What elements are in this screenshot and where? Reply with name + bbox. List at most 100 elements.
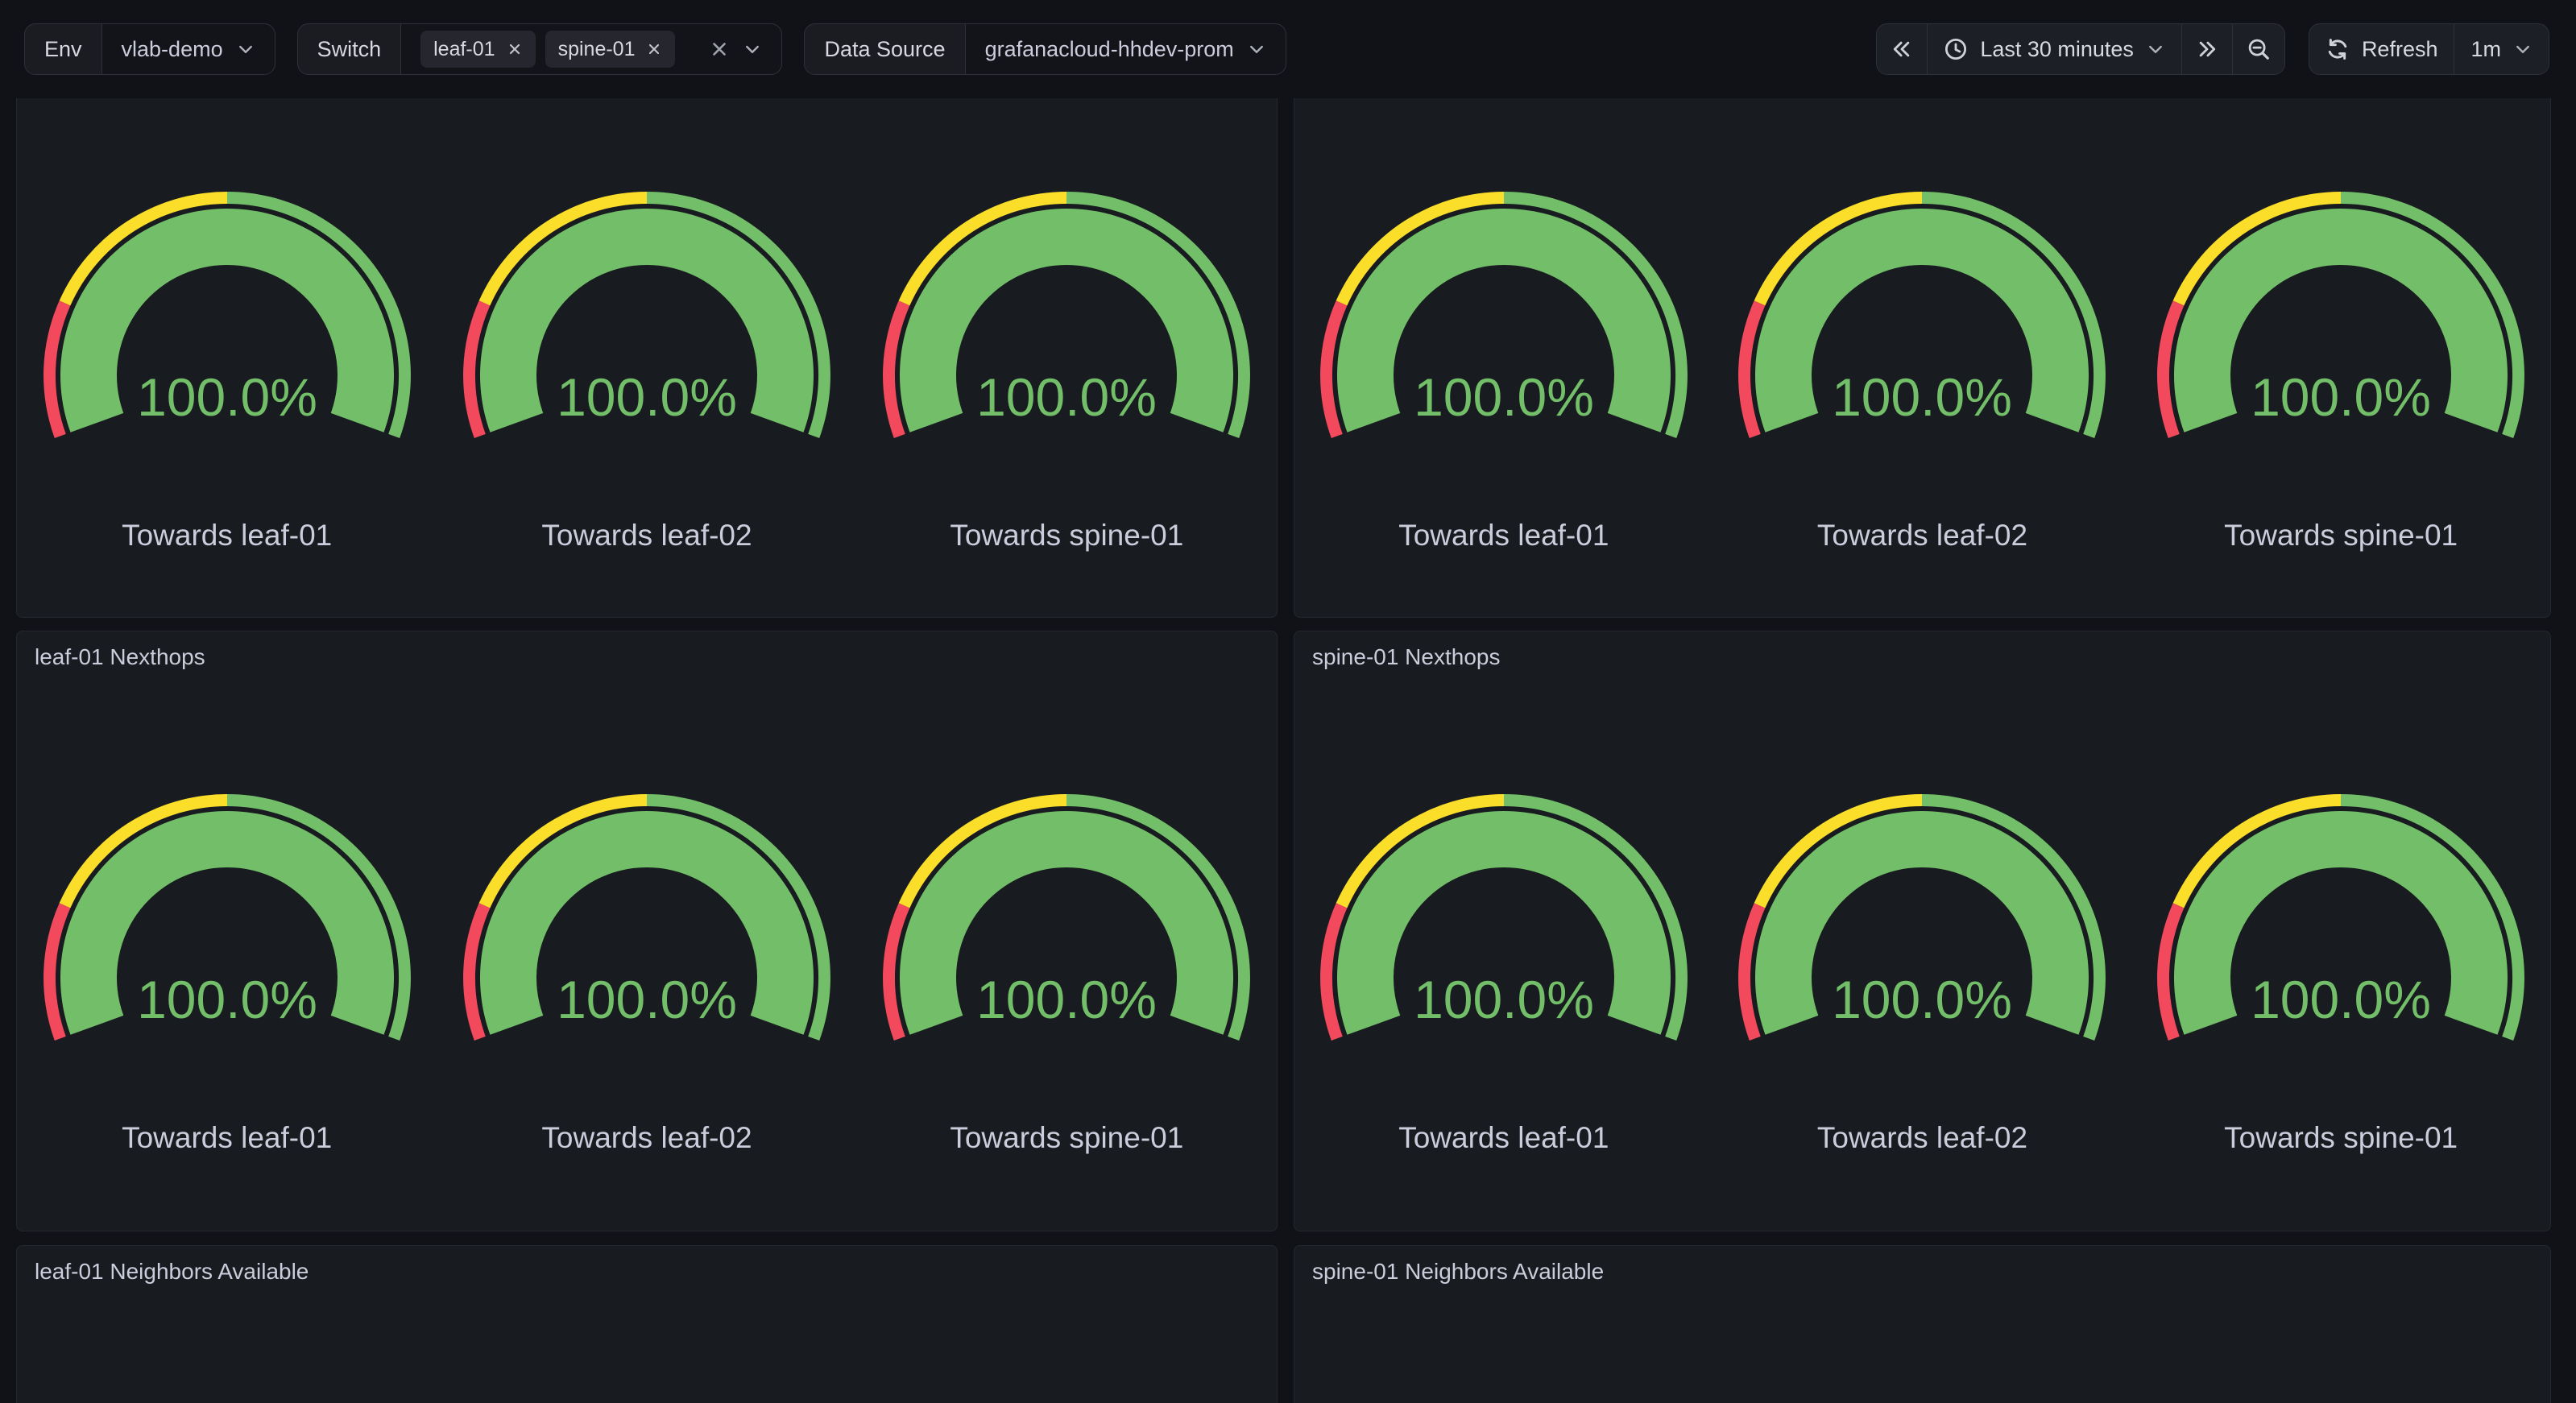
- angle-double-left-icon: [1891, 38, 1913, 60]
- gauge-value-text: 100.0%: [137, 970, 317, 1029]
- remove-tag-icon[interactable]: [646, 41, 662, 57]
- dashboard: Env vlab-demo Switch leaf-01 spine-01: [0, 0, 2576, 1403]
- gauge-group: 100.0% Towards leaf-01 100.0% Towards leaf-…: [1294, 98, 2550, 553]
- switch-variable-label: Switch: [298, 24, 402, 74]
- env-variable-selected: vlab-demo: [122, 37, 223, 62]
- gauge: 100.0% Towards spine-01: [2131, 791, 2550, 1155]
- gauge-value-text: 100.0%: [1833, 367, 2013, 427]
- gauge-label: Towards spine-01: [950, 519, 1183, 553]
- refresh-interval-value: 1m: [2470, 37, 2501, 62]
- panel-title[interactable]: spine-01 Nexthops: [1294, 631, 2550, 673]
- gauge-value-text: 100.0%: [1414, 970, 1594, 1029]
- time-picker-group: Last 30 minutes: [1876, 23, 2285, 75]
- chevron-down-icon: [2146, 39, 2165, 59]
- search-minus-icon: [2247, 37, 2271, 61]
- gauge: 100.0% Towards spine-01: [857, 791, 1277, 1155]
- switch-tags: leaf-01 spine-01: [420, 31, 675, 68]
- remove-tag-icon[interactable]: [507, 41, 523, 57]
- gauge: 100.0% Towards leaf-02: [1713, 188, 2132, 553]
- time-shift-forward-button[interactable]: [2182, 24, 2233, 74]
- gauge-arc: 100.0%: [1319, 188, 1689, 442]
- refresh-icon: [2325, 37, 2350, 61]
- env-variable: Env vlab-demo: [24, 23, 275, 75]
- gauge-arc: 100.0%: [881, 188, 1252, 442]
- switch-tag-label: spine-01: [558, 38, 636, 61]
- gauge: 100.0% Towards leaf-01: [17, 188, 437, 553]
- switch-tag-chip[interactable]: spine-01: [545, 31, 676, 68]
- angle-double-right-icon: [2196, 38, 2218, 60]
- gauge-arc: 100.0%: [2156, 791, 2526, 1045]
- panel-leaf-01-nexthops: leaf-01 Nexthops 100.0%Towards leaf-0110…: [16, 631, 1278, 1231]
- gauge: 100.0% Towards leaf-02: [437, 188, 856, 553]
- env-variable-label: Env: [25, 24, 102, 74]
- gauge-arc: 100.0%: [1737, 791, 2107, 1045]
- env-variable-value[interactable]: vlab-demo: [102, 24, 275, 74]
- gauge-group: 100.0% Towards leaf-01 100.0% Towards leaf-…: [1294, 673, 2550, 1155]
- gauge: 100.0% Towards leaf-01: [17, 791, 437, 1155]
- gauge-arc: 100.0%: [2156, 188, 2526, 442]
- gauge-value-text: 100.0%: [557, 367, 737, 427]
- panel-spine-01-neighbors-available: spine-01 Neighbors Available: [1294, 1245, 2551, 1403]
- gauge-label: Towards leaf-01: [122, 1121, 332, 1155]
- chevron-down-icon: [236, 39, 255, 59]
- time-range-label: Last 30 minutes: [1980, 37, 2134, 62]
- chevron-down-icon: [743, 39, 762, 59]
- panel-leaf-01-neighbors-available: leaf-01 Neighbors Available: [16, 1245, 1278, 1403]
- chevron-down-icon: [2513, 39, 2533, 59]
- gauge-label: Towards leaf-02: [541, 519, 752, 553]
- gauge: 100.0% Towards spine-01: [2131, 188, 2550, 553]
- switch-tag-label: leaf-01: [433, 38, 495, 61]
- chevron-down-icon: [1247, 39, 1266, 59]
- switch-tag-chip[interactable]: leaf-01: [420, 31, 535, 68]
- datasource-selected: grafanacloud-hhdev-prom: [985, 37, 1234, 62]
- gauge-label: Towards leaf-02: [1817, 1121, 2027, 1155]
- datasource-label: Data Source: [805, 24, 965, 74]
- panel-row1-right: 100.0% Towards leaf-01 100.0% Towards leaf-…: [1294, 98, 2551, 618]
- switch-variable-value[interactable]: leaf-01 spine-01: [401, 24, 781, 74]
- panel-title[interactable]: leaf-01 Neighbors Available: [17, 1246, 1277, 1288]
- datasource-picker: Data Source grafanacloud-hhdev-prom: [804, 23, 1286, 75]
- panel-title[interactable]: spine-01 Neighbors Available: [1294, 1246, 2550, 1288]
- gauge-label: Towards leaf-02: [1817, 519, 2027, 553]
- gauge-arc: 100.0%: [462, 188, 832, 442]
- gauge-label: Towards leaf-01: [1398, 1121, 1609, 1155]
- clock-icon: [1944, 37, 1968, 61]
- time-zoom-out-button[interactable]: [2233, 24, 2284, 74]
- time-shift-back-button[interactable]: [1877, 24, 1928, 74]
- clear-all-icon[interactable]: [709, 39, 730, 60]
- time-controls: Last 30 minutes: [1876, 23, 2549, 75]
- gauge-value-text: 100.0%: [1833, 970, 2013, 1029]
- refresh-button[interactable]: Refresh: [2309, 24, 2455, 74]
- gauge-label: Towards spine-01: [2224, 1121, 2458, 1155]
- gauge-value-text: 100.0%: [1414, 367, 1594, 427]
- time-range-picker[interactable]: Last 30 minutes: [1928, 24, 2182, 74]
- gauge-value-text: 100.0%: [137, 367, 317, 427]
- gauge-value-text: 100.0%: [2251, 367, 2431, 427]
- gauge-label: Towards leaf-02: [541, 1121, 752, 1155]
- gauge: 100.0% Towards leaf-02: [1713, 791, 2132, 1155]
- panel-row1-left: 100.0% Towards leaf-01 100.0% Towards leaf-…: [16, 98, 1278, 618]
- gauge: 100.0% Towards leaf-01: [1294, 791, 1713, 1155]
- gauge-label: Towards spine-01: [950, 1121, 1183, 1155]
- gauge-arc: 100.0%: [42, 791, 412, 1045]
- panel-spine-01-nexthops: spine-01 Nexthops 100.0%Towards leaf-011…: [1294, 631, 2551, 1231]
- switch-variable: Switch leaf-01 spine-01: [297, 23, 783, 75]
- datasource-value[interactable]: grafanacloud-hhdev-prom: [966, 24, 1286, 74]
- variables-bar: Env vlab-demo Switch leaf-01 spine-01: [24, 23, 1286, 75]
- gauge-label: Towards leaf-01: [1398, 519, 1609, 553]
- gauge-arc: 100.0%: [1319, 791, 1689, 1045]
- gauge-label: Towards leaf-01: [122, 519, 332, 553]
- gauge-arc: 100.0%: [462, 791, 832, 1045]
- gauge-group: 100.0% Towards leaf-01 100.0% Towards leaf-…: [17, 98, 1277, 553]
- refresh-interval-picker[interactable]: 1m: [2454, 24, 2549, 74]
- gauge: 100.0% Towards spine-01: [857, 188, 1277, 553]
- panel-title[interactable]: leaf-01 Nexthops: [17, 631, 1277, 673]
- dashboard-toolbar: Env vlab-demo Switch leaf-01 spine-01: [0, 0, 2576, 98]
- gauge-value-text: 100.0%: [976, 367, 1157, 427]
- gauge-group: 100.0% Towards leaf-01 100.0% Towards leaf-…: [17, 673, 1277, 1155]
- gauge-label: Towards spine-01: [2224, 519, 2458, 553]
- gauge: 100.0% Towards leaf-02: [437, 791, 856, 1155]
- refresh-group: Refresh 1m: [2309, 23, 2549, 75]
- gauge-arc: 100.0%: [881, 791, 1252, 1045]
- refresh-label: Refresh: [2362, 37, 2438, 62]
